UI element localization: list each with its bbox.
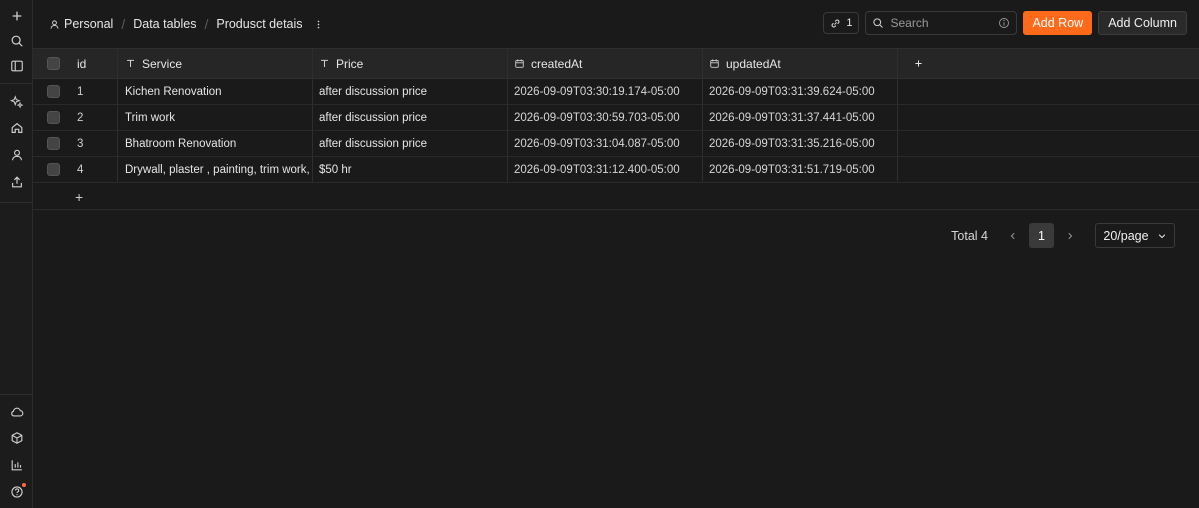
header-actions: 1 Add Row Add Column [823,11,1187,35]
text-type-icon [321,59,328,67]
more-options-icon[interactable] [313,19,324,30]
cell-price[interactable]: after discussion price [313,79,508,104]
help-icon[interactable] [0,481,33,503]
linked-items-button[interactable]: 1 [823,12,860,34]
pagination: Total 4 1 20/page [951,223,1175,248]
row-checkbox[interactable] [46,137,60,150]
column-label: createdAt [531,56,583,71]
cell-id[interactable]: 2 [73,105,118,130]
package-icon[interactable] [0,427,33,449]
info-icon[interactable] [998,17,1010,29]
column-label: updatedAt [726,56,781,71]
cell-service[interactable]: Bhatroom Renovation [118,131,313,156]
select-all-cell [33,49,73,78]
page-number-current[interactable]: 1 [1029,223,1054,248]
breadcrumb-current-table[interactable]: Produsct detais [216,17,302,31]
link-icon [831,19,840,27]
add-column-button[interactable]: Add Column [1098,11,1187,35]
column-header-createdat[interactable]: createdAt [508,49,703,78]
cell-createdat[interactable]: 2026-09-09T03:30:19.174-05:00 [508,79,703,104]
calendar-icon [515,59,524,68]
select-all-checkbox[interactable] [46,57,60,70]
column-label: Price [336,56,364,71]
column-header-id[interactable]: id [73,49,118,78]
row-select-cell [33,131,73,156]
breadcrumb-label: Data tables [133,17,197,31]
row-checkbox[interactable] [46,85,60,98]
table-row[interactable]: 2 Trim work after discussion price 2026-… [33,105,1199,131]
breadcrumb-label: Personal [64,17,114,31]
cell-id[interactable]: 1 [73,79,118,104]
chevron-down-icon [1158,233,1165,238]
cell-service[interactable]: Kichen Renovation [118,79,313,104]
add-row-footer: + [33,183,1199,210]
cell-service[interactable]: Drywall, plaster , painting, trim work, … [118,157,313,182]
column-label: id [77,56,87,71]
column-header-updatedat[interactable]: updatedAt [703,49,898,78]
cell-createdat[interactable]: 2026-09-09T03:30:59.703-05:00 [508,105,703,130]
plus-icon[interactable] [0,5,33,27]
row-select-cell [33,79,73,104]
top-header: Personal / Data tables / Produsct detais… [33,0,1199,48]
row-select-cell [33,157,73,182]
row-checkbox[interactable] [46,111,60,124]
page-size-value: 20/page [1103,228,1149,243]
add-column-plus-icon[interactable] [898,49,938,78]
add-row-plus-icon[interactable]: + [75,189,83,205]
search-icon [873,18,884,28]
cloud-icon[interactable] [0,401,33,423]
search-icon[interactable] [0,30,33,52]
add-row-button[interactable]: Add Row [1023,11,1093,35]
rail-divider [0,394,33,395]
notification-dot [22,483,26,487]
search-input[interactable] [890,16,993,30]
link-count: 1 [846,17,853,29]
chevron-left-icon[interactable] [1002,231,1024,241]
upload-icon[interactable] [0,171,33,193]
user-icon[interactable] [0,144,33,166]
breadcrumb-label: Produsct detais [216,17,303,31]
cell-id[interactable]: 3 [73,131,118,156]
total-count: Total 4 [951,228,988,243]
breadcrumb-separator: / [121,16,126,32]
table-row[interactable]: 4 Drywall, plaster , painting, trim work… [33,157,1199,183]
column-label: Service [142,56,183,71]
calendar-icon [710,59,719,68]
home-icon[interactable] [0,117,33,139]
cell-createdat[interactable]: 2026-09-09T03:31:04.087-05:00 [508,131,703,156]
user-icon [50,19,59,29]
left-rail [0,0,33,508]
cell-updatedat[interactable]: 2026-09-09T03:31:39.624-05:00 [703,79,898,104]
data-table: id Service Price createdAt updatedAt 1 K… [33,48,1199,210]
chart-icon[interactable] [0,454,33,476]
table-header: id Service Price createdAt updatedAt [33,48,1199,79]
page-size-select[interactable]: 20/page [1095,223,1175,248]
breadcrumb-data-tables[interactable]: Data tables [133,17,196,31]
sidebar-toggle-icon[interactable] [0,55,33,77]
cell-updatedat[interactable]: 2026-09-09T03:31:37.441-05:00 [703,105,898,130]
cell-id[interactable]: 4 [73,157,118,182]
cell-service[interactable]: Trim work [118,105,313,130]
cell-price[interactable]: after discussion price [313,131,508,156]
cell-price[interactable]: after discussion price [313,105,508,130]
search-box[interactable] [865,11,1018,35]
cell-createdat[interactable]: 2026-09-09T03:31:12.400-05:00 [508,157,703,182]
column-header-price[interactable]: Price [313,49,508,78]
cell-updatedat[interactable]: 2026-09-09T03:31:35.216-05:00 [703,131,898,156]
rail-divider [0,202,33,203]
row-select-cell [33,105,73,130]
cell-updatedat[interactable]: 2026-09-09T03:31:51.719-05:00 [703,157,898,182]
cell-price[interactable]: $50 hr [313,157,508,182]
breadcrumb: Personal / Data tables / Produsct detais [49,16,324,32]
column-header-service[interactable]: Service [118,49,313,78]
rail-divider [0,83,33,84]
breadcrumb-personal[interactable]: Personal [49,17,113,31]
table-row[interactable]: 1 Kichen Renovation after discussion pri… [33,79,1199,105]
chevron-right-icon[interactable] [1059,231,1081,241]
table-row[interactable]: 3 Bhatroom Renovation after discussion p… [33,131,1199,157]
sparkle-icon[interactable] [0,91,33,113]
row-checkbox[interactable] [46,163,60,176]
text-type-icon [127,59,134,67]
breadcrumb-separator: / [204,16,209,32]
